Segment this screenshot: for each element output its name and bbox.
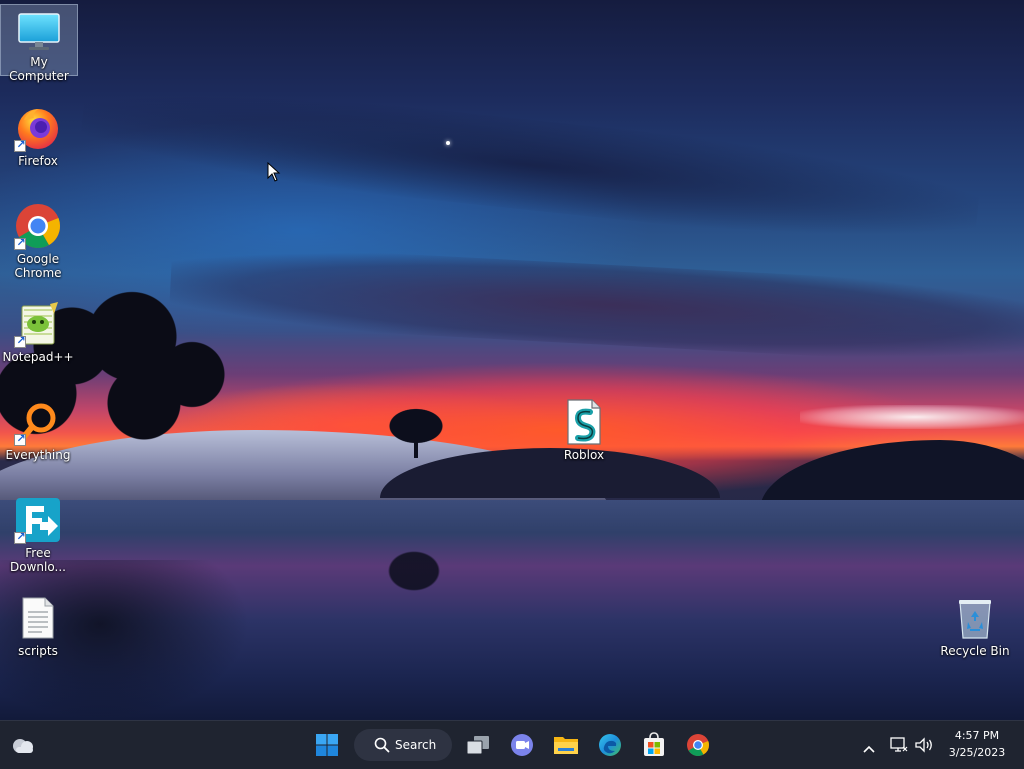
volume-icon — [914, 736, 934, 758]
desktop-icon-free-download[interactable]: Free Downlo... — [0, 496, 76, 574]
weather-cloud-icon — [10, 735, 36, 759]
windows-start-icon — [315, 733, 339, 761]
desktop-icon-label: Free Downlo... — [10, 546, 66, 574]
microsoft-store-icon — [642, 732, 666, 762]
shortcut-arrow-icon — [14, 236, 27, 250]
task-view-icon — [465, 734, 491, 760]
everything-search-icon — [14, 398, 62, 446]
desktop-icon-scripts[interactable]: scripts — [0, 594, 76, 658]
start-button[interactable] — [311, 729, 343, 761]
recycle-bin-icon — [951, 594, 999, 642]
clock-button[interactable]: 4:57 PM 3/25/2023 — [944, 727, 1010, 763]
desktop-icon-label: scripts — [18, 644, 58, 658]
store-button[interactable] — [638, 729, 670, 761]
clock-time: 4:57 PM — [954, 729, 1000, 742]
desktop-icon-chrome[interactable]: Google Chrome — [0, 202, 76, 280]
quick-settings-button[interactable] — [886, 731, 938, 759]
notepadpp-icon — [14, 300, 62, 348]
desktop-icon-label: Roblox — [563, 448, 605, 462]
chrome-taskbar-button[interactable] — [682, 729, 714, 761]
teams-chat-icon — [510, 733, 534, 761]
edge-icon — [598, 733, 622, 761]
desktop-icon-my-computer[interactable]: My Computer — [0, 4, 78, 83]
taskbar-search[interactable]: Search — [354, 729, 452, 761]
desktop-icon-label: Recycle Bin — [940, 644, 1010, 658]
desktop-icon-roblox[interactable]: Roblox — [546, 398, 622, 462]
clock-date: 3/25/2023 — [948, 746, 1006, 759]
desktop-icon-label: Google Chrome — [14, 252, 62, 280]
shortcut-arrow-icon — [14, 432, 27, 446]
desktop-icon-label: Firefox — [18, 154, 58, 168]
desktop-icon-label: My Computer — [9, 55, 69, 83]
shortcut-arrow-icon — [14, 138, 27, 152]
chevron-up-icon — [862, 739, 876, 758]
file-explorer-button[interactable] — [550, 729, 582, 761]
desktop-icon-label: Notepad++ — [2, 350, 74, 364]
desktop-wallpaper — [0, 0, 1024, 720]
search-icon — [374, 737, 390, 756]
mouse-cursor-icon — [267, 161, 281, 182]
file-explorer-icon — [553, 734, 579, 760]
desktop-icon-firefox[interactable]: Firefox — [0, 104, 76, 168]
shortcut-arrow-icon — [14, 530, 27, 544]
chat-button[interactable] — [506, 729, 538, 761]
task-view-button[interactable] — [462, 729, 494, 761]
network-icon — [890, 736, 908, 758]
edge-button[interactable] — [594, 729, 626, 761]
search-label: Search — [395, 738, 437, 752]
desktop-icon-recycle-bin[interactable]: Recycle Bin — [937, 594, 1013, 658]
chrome-icon — [686, 733, 710, 761]
widgets-button[interactable] — [6, 729, 38, 761]
desktop-icon-everything[interactable]: Everything — [0, 398, 76, 462]
firefox-icon — [14, 104, 62, 152]
monitor-icon — [15, 11, 63, 53]
free-download-manager-icon — [14, 496, 62, 544]
tray-overflow-button[interactable] — [856, 733, 882, 757]
chrome-icon — [14, 202, 62, 250]
taskbar: Search 4:57 PM 3/25/2023 — [0, 720, 1024, 769]
text-file-icon — [14, 594, 62, 642]
shortcut-arrow-icon — [14, 334, 27, 348]
desktop-icon-label: Everything — [5, 448, 71, 462]
desktop-icon-notepadpp[interactable]: Notepad++ — [0, 300, 76, 364]
script-file-icon — [560, 398, 608, 446]
